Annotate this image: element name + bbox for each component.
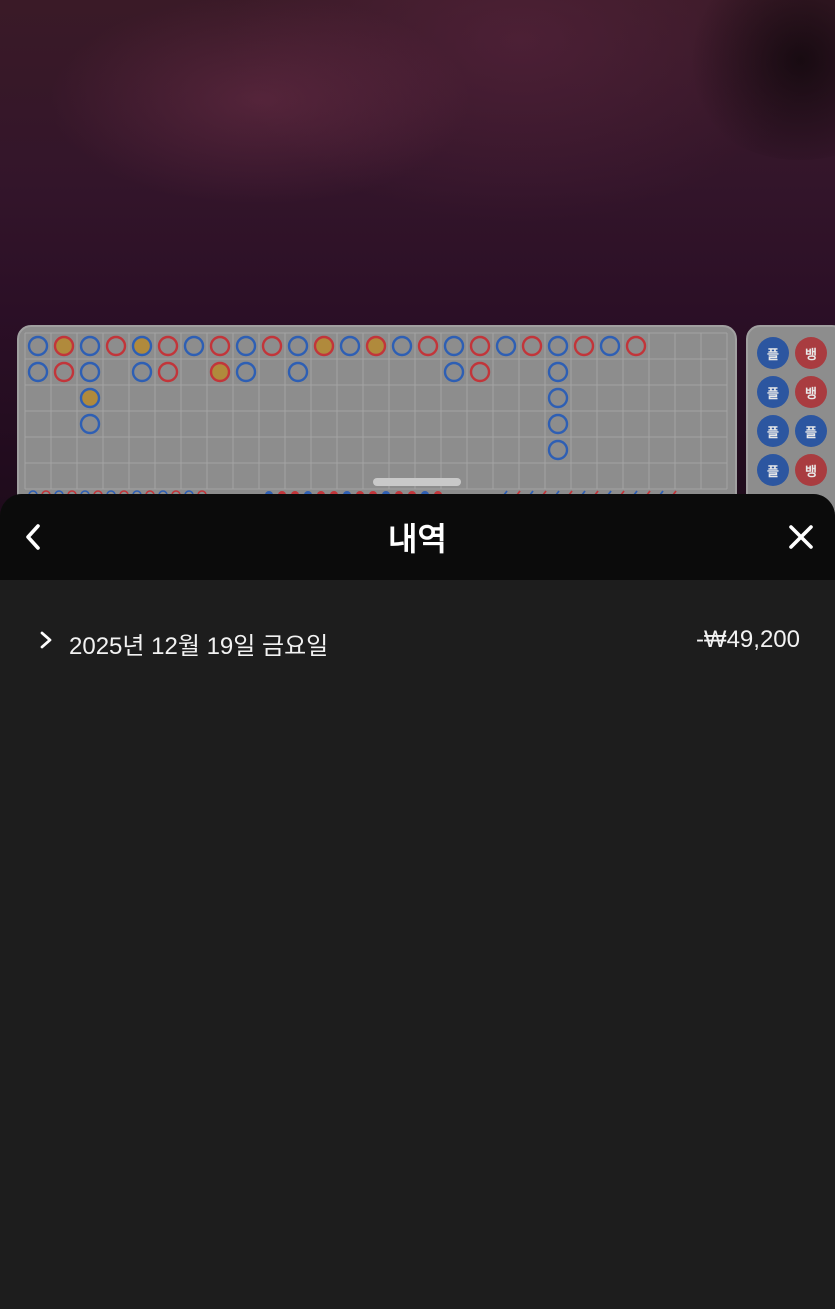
- player-bead: [131, 361, 153, 383]
- player-chip: 플: [757, 415, 789, 447]
- player-chip: 플: [757, 376, 789, 408]
- history-date: 2025년 12월 19일 금요일: [69, 633, 329, 660]
- side-scoreboard: 플 뱅 플 뱅 플 플 플 뱅: [746, 325, 835, 515]
- history-sheet: 내역 2025년 12월 19일 금요일 -₩49,200: [0, 494, 835, 1309]
- player-bead: [599, 335, 621, 357]
- close-button[interactable]: [781, 517, 821, 557]
- player-bead: [79, 413, 101, 435]
- player-bead: [287, 335, 309, 357]
- banker-bead: [573, 335, 595, 357]
- player-bead: [27, 335, 49, 357]
- history-amount: -₩49,200: [695, 626, 800, 653]
- player-bead: [79, 361, 101, 383]
- player-bead: [131, 335, 153, 357]
- game-background: 플 뱅 플 뱅 플 플 플 뱅: [0, 0, 835, 520]
- banker-bead: [157, 361, 179, 383]
- player-bead: [27, 361, 49, 383]
- banker-bead: [53, 361, 75, 383]
- chevron-left-icon: [26, 524, 40, 550]
- sheet-title: 내역: [388, 520, 447, 558]
- player-bead: [235, 361, 257, 383]
- player-bead: [183, 335, 205, 357]
- player-bead: [287, 361, 309, 383]
- bead-road-scoreboard: [17, 325, 737, 515]
- banker-chip: 뱅: [795, 337, 827, 369]
- chevron-right-icon: [40, 631, 52, 649]
- player-chip: 플: [757, 454, 789, 486]
- roadmap-grid: [24, 332, 728, 500]
- player-bead: [391, 335, 413, 357]
- sheet-drag-handle[interactable]: [373, 478, 461, 486]
- banker-bead: [209, 361, 231, 383]
- player-bead: [79, 335, 101, 357]
- player-bead: [443, 361, 465, 383]
- banker-bead: [365, 335, 387, 357]
- back-button[interactable]: [14, 517, 54, 557]
- banker-chip: 뱅: [795, 454, 827, 486]
- player-bead: [547, 439, 569, 461]
- sheet-header: 내역: [0, 494, 835, 580]
- scene-shadow: [680, 0, 835, 160]
- player-bead: [443, 335, 465, 357]
- banker-chip: 뱅: [795, 376, 827, 408]
- banker-bead: [157, 335, 179, 357]
- banker-bead: [521, 335, 543, 357]
- player-bead: [547, 361, 569, 383]
- banker-bead: [313, 335, 335, 357]
- history-date-row[interactable]: 2025년 12월 19일 금요일 -₩49,200: [0, 618, 835, 662]
- player-bead: [339, 335, 361, 357]
- player-chip: 플: [757, 337, 789, 369]
- player-chip: 플: [795, 415, 827, 447]
- player-bead: [547, 335, 569, 357]
- banker-bead: [105, 335, 127, 357]
- banker-bead: [625, 335, 647, 357]
- player-bead: [235, 335, 257, 357]
- player-bead: [79, 387, 101, 409]
- banker-bead: [469, 335, 491, 357]
- banker-bead: [417, 335, 439, 357]
- banker-bead: [209, 335, 231, 357]
- banker-bead: [261, 335, 283, 357]
- banker-bead: [469, 361, 491, 383]
- close-icon: [789, 525, 813, 549]
- player-bead: [547, 413, 569, 435]
- banker-bead: [53, 335, 75, 357]
- player-bead: [547, 387, 569, 409]
- player-bead: [495, 335, 517, 357]
